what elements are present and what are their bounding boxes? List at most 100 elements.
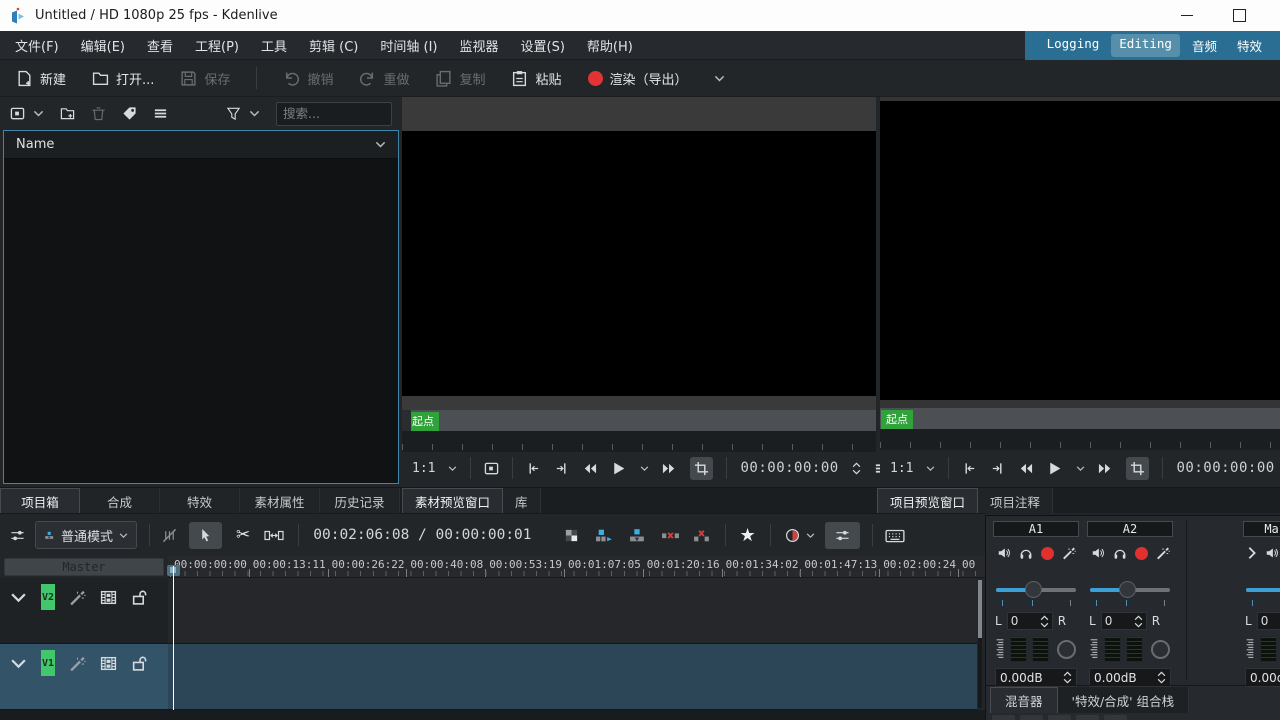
mixer-toggle-button[interactable] [825,522,860,549]
zone-mode-button[interactable] [1126,457,1149,480]
solo-headphone-icon[interactable] [1019,546,1033,560]
project-monitor-ruler[interactable] [880,429,1280,450]
edit-mode-dropdown[interactable]: 普通模式 [35,521,137,549]
extract-zone-icon[interactable] [661,528,680,543]
timeline-preview-icon[interactable] [785,528,800,543]
tag-icon[interactable] [122,106,137,121]
zone-in-marker[interactable] [402,410,411,431]
play-icon[interactable] [1046,460,1063,477]
new-button[interactable]: 新建 [16,69,66,88]
channel-effects-wand-icon[interactable] [1156,546,1170,560]
record-icon[interactable] [1041,547,1054,560]
play-chevron-icon[interactable] [1076,464,1085,473]
track-video-icon[interactable] [100,655,117,672]
zone-out-icon[interactable] [554,461,569,476]
panel-tab[interactable]: 库 [503,488,541,514]
monitor-timecode[interactable]: 00:00:00:00 [740,460,838,476]
gain-knob[interactable] [1057,640,1076,659]
open-button[interactable]: 打开... [92,69,154,88]
menu-item[interactable]: 监视器 [448,31,509,59]
timecode-spinner[interactable] [852,462,861,475]
menu-item[interactable]: 编辑(E) [70,31,136,59]
project-monitor-zone-bar[interactable]: 起点 [880,408,1280,429]
subtitle-keyboard-icon[interactable] [885,528,905,543]
track-name-tag[interactable]: V1 [41,650,55,676]
project-monitor-video[interactable] [880,101,1280,400]
menu-item[interactable]: 设置(S) [510,31,576,59]
panel-tab[interactable]: 项目箱 [0,488,80,514]
collapse-mixer-icon[interactable] [1247,546,1257,560]
menu-item[interactable]: 查看 [136,31,184,59]
balance-spinbox[interactable]: 0 [1101,612,1147,630]
timeline-timecode[interactable]: 00:02:06:08 / 00:00:00:01 [313,527,531,543]
zone-mode-button[interactable] [690,457,713,480]
balance-spinbox[interactable]: 0 [1257,612,1280,630]
forward-icon[interactable] [662,461,677,476]
balance-spinner[interactable] [1134,615,1143,628]
panel-tab[interactable]: 合成 [80,488,160,514]
save-button[interactable]: 保存 [180,69,230,88]
monitor-zoom-level[interactable]: 1:1 [890,461,913,476]
channel-name-button[interactable]: Master [1243,521,1280,537]
render-button[interactable]: 渲染（导出） [588,69,688,88]
delete-icon[interactable] [91,106,106,121]
play-icon[interactable] [610,460,627,477]
track-effects-wand-icon[interactable] [69,589,86,606]
selection-tool-button[interactable] [189,522,222,549]
track-video-icon[interactable] [100,589,117,606]
insert-zone-icon[interactable] [595,528,614,543]
panel-tab[interactable]: 素材预览窗口 [402,488,503,514]
timeline-ruler[interactable]: 00:00:00:0000:00:13:1100:00:26:2200:00:4… [168,556,985,578]
menu-item[interactable]: 剪辑 (C) [298,31,369,59]
mini-button[interactable] [1076,715,1099,720]
mute-icon[interactable] [997,546,1011,560]
lift-zone-icon[interactable] [692,528,711,543]
record-icon[interactable] [1135,547,1148,560]
monitor-zoom-level[interactable]: 1:1 [412,461,435,476]
panel-tab[interactable]: 素材属性 [240,488,320,514]
mute-icon[interactable] [1091,546,1105,560]
clip-monitor-ruler[interactable] [402,431,876,452]
mini-button[interactable] [1104,715,1127,720]
zone-in-icon[interactable] [526,461,541,476]
mini-button[interactable] [992,715,1015,720]
monitor-timecode[interactable]: 00:00:00:00 [1176,460,1274,476]
mixed-audio-icon[interactable] [564,528,579,543]
balance-spinbox[interactable]: 0 [1007,612,1053,630]
maximize-button[interactable] [1216,0,1262,31]
gain-spinner[interactable] [1063,671,1072,684]
track-options-icon[interactable] [10,528,25,543]
slider-thumb[interactable] [1119,581,1136,598]
panel-tab[interactable]: 特效 [160,488,240,514]
add-clip-icon[interactable] [10,106,25,121]
workspace-tab[interactable]: 特效 [1229,34,1270,57]
workspace-tab[interactable]: Editing [1111,34,1180,57]
gain-spinner[interactable] [1157,671,1166,684]
toolbar-overflow-chevron-icon[interactable] [714,73,725,84]
bin-options-icon[interactable] [153,106,168,121]
zoom-chevron-icon[interactable] [926,464,935,473]
track-header[interactable]: V2 [0,578,168,644]
panel-tab[interactable]: 历史记录 [320,488,400,514]
solo-headphone-icon[interactable] [1113,546,1127,560]
volume-slider[interactable] [1090,582,1170,598]
channel-effects-wand-icon[interactable] [1062,546,1076,560]
minimize-button[interactable] [1164,0,1210,31]
zone-in-icon[interactable] [962,461,977,476]
workspace-tab[interactable]: Logging [1039,34,1108,57]
filter-icon[interactable] [226,106,241,121]
monitor-overlay-icon[interactable] [484,461,499,476]
menu-item[interactable]: 帮助(H) [576,31,644,59]
track-lock-icon[interactable] [131,655,148,672]
mini-button[interactable] [1048,715,1071,720]
create-folder-icon[interactable] [60,106,75,121]
balance-spinner[interactable] [1040,615,1049,628]
copy-button[interactable]: 复制 [435,69,485,88]
panel-tab[interactable]: 项目预览窗口 [877,488,978,514]
mute-icon[interactable] [1265,546,1279,560]
undo-button[interactable]: 撤销 [283,69,333,88]
search-input[interactable] [276,102,392,126]
rewind-icon[interactable] [1018,461,1033,476]
bin-name-header[interactable]: Name [4,131,398,159]
play-chevron-icon[interactable] [640,464,649,473]
